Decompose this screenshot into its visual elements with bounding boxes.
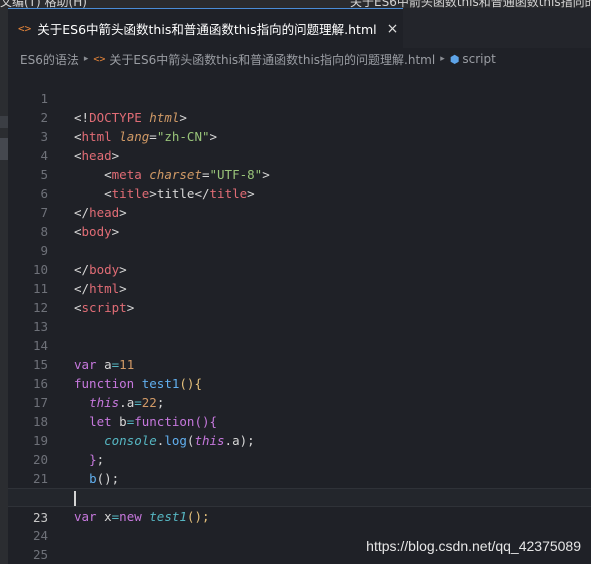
breadcrumb-item-file[interactable]: 关于ES6中箭头函数this和普通函数this指向的问题理解.html [109,51,435,68]
tab-active-file[interactable]: <> 关于ES6中箭头函数this和普通函数this指向的问题理解.html × [8,8,403,48]
breadcrumb-item-folder[interactable]: ES6的语法 [20,51,79,68]
code-line[interactable]: 17 let b=function(){ [8,374,591,429]
code-line[interactable]: 11 <script> [8,260,591,315]
code-line[interactable]: 6 </head> [8,165,591,220]
menu-items-partial[interactable]: 文编(T) 格助(H) [0,0,87,8]
code-line[interactable]: 18 console.log(this.a); [8,393,591,448]
chevron-right-icon: ▸ [83,54,89,64]
code-icon: <> [18,22,32,35]
editor-window: 文编(T) 格助(H) 关于ES6中箭头函数this和普通函数this指向的 <… [0,0,591,564]
code-line[interactable]: 13 [8,298,591,334]
code-line[interactable]: 10 </html> [8,241,591,296]
code-line[interactable]: 3 <head> [8,108,591,163]
chevron-right-icon: ▸ [440,54,445,64]
activity-bar-edge [0,8,8,564]
code-line[interactable]: 4 <meta charset="UTF-8"> [8,127,591,182]
menu-strip: 文编(T) 格助(H) 关于ES6中箭头函数this和普通函数this指向的 [0,0,591,8]
code-line[interactable]: 20 b(); [8,431,591,486]
code-editor[interactable]: 1 <!DOCTYPE html> 2 <html lang="zh-CN"> … [8,70,591,564]
activity-marker [0,116,8,128]
line-number: 25 [32,547,48,562]
close-icon[interactable]: × [387,21,399,37]
cube-icon: ⬢ [449,52,460,66]
code-line[interactable]: 16 this.a=22; [8,355,591,410]
code-line[interactable]: 21 } [8,450,591,505]
activity-marker-selected[interactable] [0,138,8,160]
tab-title: 关于ES6中箭头函数this和普通函数this指向的问题理解.html [37,22,377,37]
code-line[interactable]: 24 [8,507,591,543]
code-line[interactable]: 15 function test1(){ [8,336,591,391]
tab-bar: <> 关于ES6中箭头函数this和普通函数this指向的问题理解.html × [8,8,591,48]
code-icon: <> [93,53,106,65]
code-line[interactable]: 22 var x=new test1(); [8,469,591,524]
code-line[interactable]: 2 <html lang="zh-CN"> [8,89,591,144]
breadcrumb: ES6的语法 ▸ <> 关于ES6中箭头函数this和普通函数this指向的问题… [8,48,591,70]
window-title-partial: 关于ES6中箭头函数this和普通函数this指向的 [350,0,591,8]
breadcrumb-item-symbol[interactable]: script [462,52,495,66]
code-line-current[interactable]: 23 [8,488,591,525]
code-line[interactable]: 9 </body> [8,222,591,277]
code-line[interactable]: 5 <title>title</title> [8,146,591,201]
code-line[interactable]: 1 <!DOCTYPE html> [8,70,591,125]
text-cursor [74,491,76,506]
code-line[interactable]: 19 }; [8,412,591,467]
watermark-url: https://blog.csdn.net/qq_42375089 [366,538,581,554]
code-line[interactable]: 8 [8,203,591,239]
code-line[interactable]: 12 [8,279,591,315]
code-line[interactable]: 7 <body> [8,184,591,239]
code-line[interactable]: 14 var a=11 [8,317,591,372]
